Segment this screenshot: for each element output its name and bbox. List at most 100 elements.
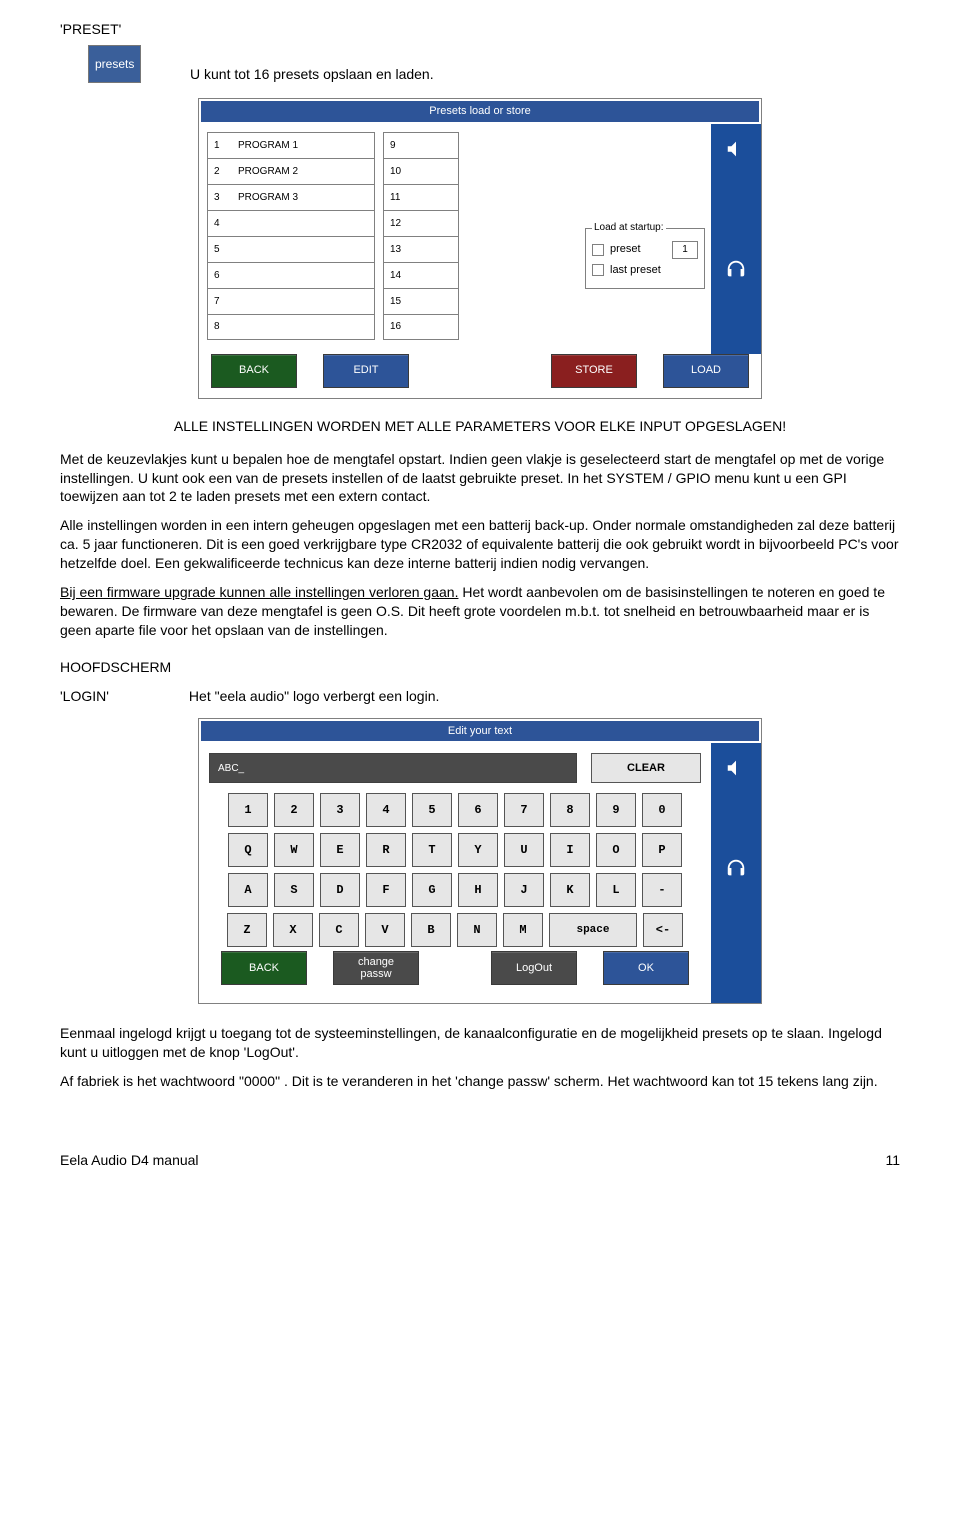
preset-num: 14 [384, 269, 458, 283]
key[interactable]: H [458, 873, 498, 907]
key[interactable]: O [596, 833, 636, 867]
preset-num: 15 [384, 295, 458, 309]
preset-row[interactable]: 13 [383, 236, 459, 262]
startup-checkbox-preset[interactable] [592, 244, 604, 256]
clear-button[interactable]: CLEAR [591, 753, 701, 783]
preset-row[interactable]: 3PROGRAM 3 [207, 184, 375, 210]
startup-group: Load at startup: preset 1 last preset [585, 228, 705, 289]
paragraph-1: Met de keuzevlakjes kunt u bepalen hoe d… [60, 450, 900, 507]
key-backspace[interactable]: <- [643, 913, 683, 947]
headphones-icon[interactable] [725, 258, 747, 288]
key[interactable]: 5 [412, 793, 452, 827]
preset-name: PROGRAM 1 [236, 139, 374, 153]
preset-row[interactable]: 8 [207, 314, 375, 340]
key[interactable]: N [457, 913, 497, 947]
key[interactable]: A [228, 873, 268, 907]
key[interactable]: 6 [458, 793, 498, 827]
change-passw-button[interactable]: change passw [333, 951, 419, 985]
preset-num: 13 [384, 243, 458, 257]
notice-all-settings: ALLE INSTELLINGEN WORDEN MET ALLE PARAME… [60, 417, 900, 436]
preset-name: PROGRAM 2 [236, 165, 374, 179]
preset-row[interactable]: 9 [383, 132, 459, 158]
key[interactable]: 1 [228, 793, 268, 827]
preset-num: 10 [384, 165, 458, 179]
startup-preset-number[interactable]: 1 [672, 241, 698, 259]
key[interactable]: - [642, 873, 682, 907]
key[interactable]: J [504, 873, 544, 907]
closing-paragraph-2: Af fabriek is het wachtwoord "0000" . Di… [60, 1072, 900, 1091]
preset-num: 2 [208, 165, 236, 179]
key[interactable]: W [274, 833, 314, 867]
preset-row[interactable]: 2PROGRAM 2 [207, 158, 375, 184]
key[interactable]: P [642, 833, 682, 867]
section-title-preset: 'PRESET' [60, 20, 900, 39]
key[interactable]: S [274, 873, 314, 907]
side-icons [711, 124, 761, 354]
key[interactable]: F [366, 873, 406, 907]
preset-row[interactable]: 6 [207, 262, 375, 288]
key[interactable]: 0 [642, 793, 682, 827]
headphones-icon[interactable] [725, 857, 747, 887]
preset-row[interactable]: 10 [383, 158, 459, 184]
key[interactable]: T [412, 833, 452, 867]
key[interactable]: I [550, 833, 590, 867]
preset-column-1: 1PROGRAM 1 2PROGRAM 2 3PROGRAM 3 4 5 6 7… [207, 132, 375, 344]
key[interactable]: K [550, 873, 590, 907]
keyboard-panel: Edit your text ABC_ CLEAR 1 2 3 4 5 6 7 … [198, 718, 762, 1005]
key[interactable]: 4 [366, 793, 406, 827]
preset-num: 11 [384, 191, 458, 205]
key[interactable]: X [273, 913, 313, 947]
logout-button[interactable]: LogOut [491, 951, 577, 985]
ok-button[interactable]: OK [603, 951, 689, 985]
key[interactable]: Z [227, 913, 267, 947]
preset-row[interactable]: 14 [383, 262, 459, 288]
key[interactable]: M [503, 913, 543, 947]
keyboard-rows: 1 2 3 4 5 6 7 8 9 0 Q W E R T Y [209, 793, 701, 947]
footer-left: Eela Audio D4 manual [60, 1151, 199, 1170]
key[interactable]: C [319, 913, 359, 947]
login-label: 'LOGIN' [60, 687, 109, 706]
preset-row[interactable]: 1PROGRAM 1 [207, 132, 375, 158]
startup-label-last: last preset [610, 263, 661, 278]
back-button[interactable]: BACK [221, 951, 307, 985]
preset-row[interactable]: 7 [207, 288, 375, 314]
key[interactable]: L [596, 873, 636, 907]
key[interactable]: V [365, 913, 405, 947]
key[interactable]: E [320, 833, 360, 867]
load-button[interactable]: LOAD [663, 354, 749, 388]
key[interactable]: D [320, 873, 360, 907]
edit-button[interactable]: EDIT [323, 354, 409, 388]
key[interactable]: B [411, 913, 451, 947]
speaker-icon[interactable] [725, 138, 747, 168]
login-text: Het "eela audio" logo verbergt een login… [189, 687, 439, 706]
startup-checkbox-last[interactable] [592, 264, 604, 276]
key-space[interactable]: space [549, 913, 637, 947]
preset-column-2: 9 10 11 12 13 14 15 16 [383, 132, 459, 344]
presets-panel-title: Presets load or store [201, 101, 759, 122]
key[interactable]: Y [458, 833, 498, 867]
key[interactable]: 7 [504, 793, 544, 827]
store-button[interactable]: STORE [551, 354, 637, 388]
presets-panel: Presets load or store 1PROGRAM 1 2PROGRA… [198, 98, 762, 399]
key[interactable]: 3 [320, 793, 360, 827]
keyboard-side-icons [711, 743, 761, 1003]
key[interactable]: R [366, 833, 406, 867]
text-input[interactable]: ABC_ [209, 753, 577, 783]
preset-row[interactable]: 15 [383, 288, 459, 314]
preset-row[interactable]: 16 [383, 314, 459, 340]
preset-row[interactable]: 5 [207, 236, 375, 262]
key[interactable]: 2 [274, 793, 314, 827]
key[interactable]: G [412, 873, 452, 907]
preset-row[interactable]: 4 [207, 210, 375, 236]
preset-num: 7 [208, 295, 236, 309]
preset-row[interactable]: 11 [383, 184, 459, 210]
intro-line: U kunt tot 16 presets opslaan en laden. [190, 65, 900, 84]
speaker-icon[interactable] [725, 757, 747, 787]
key[interactable]: 9 [596, 793, 636, 827]
key[interactable]: Q [228, 833, 268, 867]
preset-row[interactable]: 12 [383, 210, 459, 236]
back-button[interactable]: BACK [211, 354, 297, 388]
key[interactable]: 8 [550, 793, 590, 827]
presets-panel-footer: BACK EDIT STORE LOAD [199, 354, 761, 398]
key[interactable]: U [504, 833, 544, 867]
